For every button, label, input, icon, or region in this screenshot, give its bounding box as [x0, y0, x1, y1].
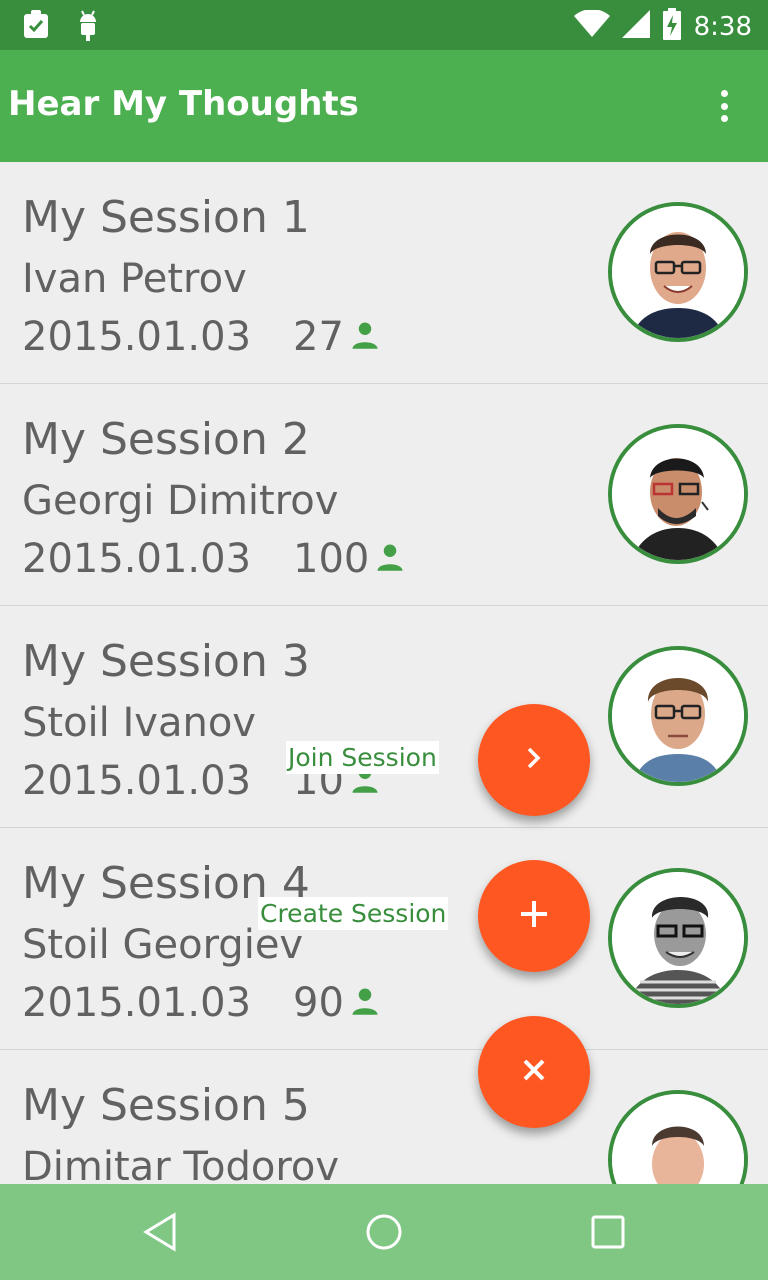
session-date: 2015.01.03 [22, 758, 252, 804]
session-attendee-count: 90 [293, 980, 344, 1026]
join-session-label[interactable]: Join Session [286, 741, 439, 774]
speaker-avatar [608, 1090, 748, 1184]
session-row[interactable]: My Session 3 Stoil Ivanov 2015.01.03 10 [0, 606, 768, 828]
session-title: My Session 3 [22, 636, 310, 687]
chevron-right-icon [522, 743, 546, 778]
session-title: My Session 1 [22, 192, 310, 243]
session-row[interactable]: My Session 5 Dimitar Todorov [0, 1050, 768, 1184]
session-title: My Session 2 [22, 414, 310, 465]
session-date: 2015.01.03 [22, 536, 252, 582]
wifi-icon [573, 9, 610, 43]
speaker-avatar [608, 646, 748, 786]
session-row[interactable]: My Session 4 Stoil Georgiev 2015.01.03 9… [0, 828, 768, 1050]
session-list[interactable]: My Session 1 Ivan Petrov 2015.01.03 27 M… [0, 162, 768, 1184]
session-speaker: Dimitar Todorov [22, 1144, 340, 1184]
session-row[interactable]: My Session 2 Georgi Dimitrov 2015.01.03 … [0, 384, 768, 606]
session-meta: 2015.01.03 90 [22, 980, 380, 1026]
clipboard-check-icon [22, 8, 50, 47]
person-icon [375, 536, 405, 582]
app-title: Hear My Thoughts [8, 84, 359, 124]
session-speaker: Stoil Ivanov [22, 700, 256, 746]
session-row[interactable]: My Session 1 Ivan Petrov 2015.01.03 27 [0, 162, 768, 384]
recents-icon[interactable] [588, 1212, 628, 1252]
session-meta: 2015.01.03 100 [22, 536, 405, 582]
close-icon [520, 1056, 548, 1089]
navigation-bar [0, 1184, 768, 1280]
join-session-button[interactable] [478, 704, 590, 816]
overflow-menu-icon[interactable] [712, 86, 736, 126]
session-meta: 2015.01.03 27 [22, 314, 380, 360]
battery-charging-icon [662, 8, 682, 45]
cell-signal-icon [621, 10, 650, 43]
speaker-avatar [608, 202, 748, 342]
close-fab-menu-button[interactable] [478, 1016, 590, 1128]
create-session-label[interactable]: Create Session [258, 897, 449, 930]
session-attendee-count: 100 [293, 536, 370, 582]
session-speaker: Ivan Petrov [22, 256, 247, 302]
status-time: 8:38 [693, 11, 752, 42]
create-session-button[interactable] [478, 860, 590, 972]
status-bar: 8:38 [0, 0, 768, 50]
speaker-avatar [608, 868, 748, 1008]
person-icon [350, 980, 380, 1026]
speaker-avatar [608, 424, 748, 564]
plus-icon [518, 898, 550, 935]
session-date: 2015.01.03 [22, 980, 252, 1026]
back-icon[interactable] [140, 1212, 180, 1252]
session-title: My Session 5 [22, 1080, 310, 1131]
session-speaker: Georgi Dimitrov [22, 478, 339, 524]
session-attendee-count: 27 [293, 314, 344, 360]
android-debug-icon [76, 8, 100, 47]
app-bar: Hear My Thoughts [0, 50, 768, 162]
person-icon [350, 314, 380, 360]
session-date: 2015.01.03 [22, 314, 252, 360]
home-icon[interactable] [364, 1212, 404, 1252]
